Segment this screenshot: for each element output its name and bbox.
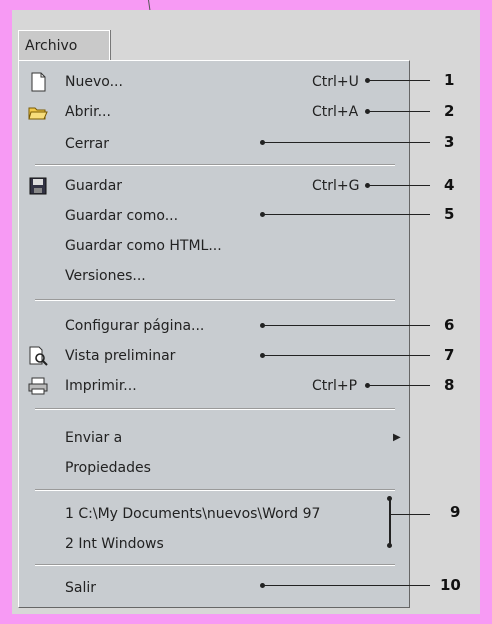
menu-item-abrir[interactable]: Abrir... Ctrl+A <box>19 99 409 125</box>
shortcut-label: Ctrl+G <box>312 178 360 194</box>
callout-line <box>263 142 430 143</box>
print-preview-icon <box>29 346 48 366</box>
menu-separator <box>35 564 395 566</box>
menu-item-label: Guardar <box>65 178 123 194</box>
menu-item-imprimir[interactable]: Imprimir... Ctrl+P <box>19 373 409 399</box>
menu-separator <box>35 489 395 491</box>
menu-item-vista-preliminar[interactable]: Vista preliminar <box>19 343 409 369</box>
recent-file-2[interactable]: 2 Int Windows <box>19 531 409 557</box>
menu-item-label: 1 C:\My Documents\nuevos\Word 97 <box>65 506 321 522</box>
callout-line <box>368 80 430 81</box>
menu-item-label: Nuevo... <box>65 74 123 90</box>
callout-line <box>368 385 430 386</box>
callout-number: 1 <box>444 71 455 89</box>
callout-bracket <box>389 498 391 545</box>
menu-item-label: Propiedades <box>65 460 151 476</box>
menu-item-propiedades[interactable]: Propiedades <box>19 455 409 481</box>
menu-item-label: Abrir... <box>65 104 111 120</box>
open-folder-icon <box>28 107 48 120</box>
callout-number: 3 <box>444 133 455 151</box>
menu-item-label: Imprimir... <box>65 378 137 394</box>
callout-line <box>390 514 430 515</box>
menu-item-label: Salir <box>65 580 97 596</box>
menu-item-cerrar[interactable]: Cerrar <box>19 131 409 157</box>
shortcut-label: Ctrl+U <box>312 74 359 90</box>
new-document-icon <box>31 72 46 92</box>
submenu-arrow-icon: ▶ <box>393 432 401 443</box>
menu-separator <box>35 408 395 410</box>
menu-item-label: Guardar como HTML... <box>65 238 222 254</box>
callout-line <box>368 111 430 112</box>
menu-item-label: Cerrar <box>65 136 109 152</box>
menu-item-enviar-a[interactable]: Enviar a <box>19 425 409 451</box>
menu-item-label: Vista preliminar <box>65 348 176 364</box>
callout-number: 2 <box>444 102 455 120</box>
callout-number: 6 <box>444 316 455 334</box>
menu-item-label: Guardar como... <box>65 208 179 224</box>
shortcut-label: Ctrl+P <box>312 378 358 394</box>
menu-item-nuevo[interactable]: Nuevo... Ctrl+U <box>19 69 409 95</box>
menu-item-versiones[interactable]: Versiones... <box>19 263 409 289</box>
callout-line <box>263 355 430 356</box>
printer-icon <box>28 377 48 395</box>
menu-item-guardar-html[interactable]: Guardar como HTML... <box>19 233 409 259</box>
menu-item-guardar[interactable]: Guardar Ctrl+G <box>19 173 409 199</box>
callout-line <box>263 585 430 586</box>
menu-item-label: Versiones... <box>65 268 146 284</box>
callout-number: 7 <box>444 346 455 364</box>
callout-number: 4 <box>444 176 455 194</box>
recent-file-1[interactable]: 1 C:\My Documents\nuevos\Word 97 <box>19 501 409 527</box>
callout-line <box>263 325 430 326</box>
menu-separator <box>35 299 395 301</box>
callout-number: 9 <box>450 503 461 521</box>
callout-number: 10 <box>440 576 461 594</box>
menu-separator <box>35 164 395 166</box>
menu-tab-archivo[interactable]: Archivo <box>18 30 110 60</box>
shortcut-label: Ctrl+A <box>312 104 359 120</box>
menu-item-guardar-como[interactable]: Guardar como... <box>19 203 409 229</box>
callout-number: 5 <box>444 205 455 223</box>
menu-item-configurar-pagina[interactable]: Configurar página... <box>19 313 409 339</box>
callout-number: 8 <box>444 376 455 394</box>
menu-item-label: Configurar página... <box>65 318 205 334</box>
callout-line <box>263 214 430 215</box>
menu-item-salir[interactable]: Salir <box>19 575 409 601</box>
save-disk-icon <box>29 177 47 195</box>
callout-line <box>368 185 430 186</box>
menu-item-label: Enviar a <box>65 430 123 446</box>
menu-item-label: 2 Int Windows <box>65 536 164 552</box>
